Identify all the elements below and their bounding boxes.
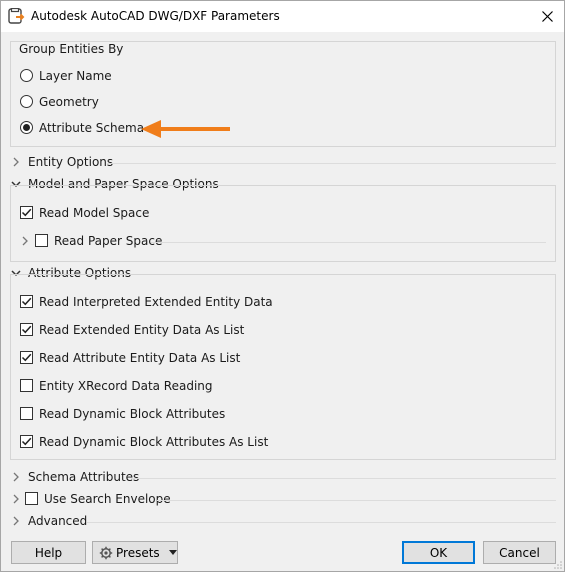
radio-attribute-schema-label[interactable]: Attribute Schema	[39, 121, 144, 135]
radio-attribute-schema[interactable]	[20, 121, 33, 134]
divider	[201, 185, 556, 186]
presets-button[interactable]: Presets	[92, 541, 178, 564]
chevron-right-icon[interactable]	[11, 472, 21, 482]
radio-geometry[interactable]	[20, 95, 33, 108]
window-title: Autodesk AutoCAD DWG/DXF Parameters	[31, 9, 280, 23]
attr-option-label[interactable]: Read Interpreted Extended Entity Data	[39, 295, 273, 309]
checkbox-read-dynamic-block-as-list[interactable]	[20, 435, 33, 448]
resize-grip-icon[interactable]	[553, 560, 563, 570]
divider	[157, 500, 556, 501]
read-model-space-label[interactable]: Read Model Space	[39, 206, 149, 220]
chevron-right-icon[interactable]	[11, 516, 21, 526]
title-bar: Autodesk AutoCAD DWG/DXF Parameters	[1, 1, 564, 32]
section-entity-options[interactable]: Entity Options	[28, 155, 113, 169]
chevron-right-icon[interactable]	[20, 236, 30, 246]
section-schema-attributes[interactable]: Schema Attributes	[28, 470, 139, 484]
presets-button-label: Presets	[116, 545, 160, 560]
ok-button-label: OK	[429, 545, 448, 560]
help-button[interactable]: Help	[11, 541, 86, 564]
read-paper-space-label[interactable]: Read Paper Space	[54, 234, 162, 248]
divider	[87, 522, 556, 523]
attr-option-label[interactable]: Read Attribute Entity Data As List	[39, 351, 240, 365]
attr-option-label[interactable]: Entity XRecord Data Reading	[39, 379, 213, 393]
attr-option-label[interactable]: Read Extended Entity Data As List	[39, 323, 244, 337]
checkbox-read-dynamic-block-attributes[interactable]	[20, 407, 33, 420]
chevron-right-icon[interactable]	[11, 494, 21, 504]
radio-layer-name[interactable]	[20, 69, 33, 82]
use-search-envelope-label[interactable]: Use Search Envelope	[44, 492, 171, 506]
checkbox-read-model-space[interactable]	[20, 206, 33, 219]
section-advanced[interactable]: Advanced	[28, 514, 87, 528]
radio-layer-name-label[interactable]: Layer Name	[39, 69, 112, 83]
divider	[107, 163, 556, 164]
group-entities-legend: Group Entities By	[19, 42, 124, 56]
help-button-label: Help	[34, 545, 63, 560]
ok-button[interactable]: OK	[402, 541, 475, 564]
annotation-arrow-icon	[141, 120, 230, 138]
checkbox-entity-xrecord[interactable]	[20, 379, 33, 392]
dropdown-arrow-icon	[168, 550, 177, 555]
checkbox-read-attribute-entity-data[interactable]	[20, 351, 33, 364]
checkbox-read-interpreted-eed[interactable]	[20, 295, 33, 308]
cancel-button-label: Cancel	[499, 545, 540, 560]
divider	[131, 478, 556, 479]
model-paper-box	[10, 185, 556, 262]
checkbox-read-paper-space[interactable]	[35, 234, 48, 247]
cancel-button[interactable]: Cancel	[483, 541, 556, 564]
parameters-dialog: Autodesk AutoCAD DWG/DXF Parameters Grou…	[0, 0, 565, 572]
chevron-right-icon[interactable]	[11, 157, 21, 167]
gear-icon	[99, 546, 113, 559]
divider	[124, 274, 556, 275]
checkbox-use-search-envelope[interactable]	[25, 492, 38, 505]
checkbox-read-eed-as-list[interactable]	[20, 323, 33, 336]
close-button[interactable]	[530, 1, 564, 32]
radio-geometry-label[interactable]: Geometry	[39, 95, 99, 109]
divider	[151, 242, 546, 243]
app-icon	[8, 7, 26, 26]
attr-option-label[interactable]: Read Dynamic Block Attributes As List	[39, 435, 268, 449]
close-icon	[541, 11, 553, 22]
attr-option-label[interactable]: Read Dynamic Block Attributes	[39, 407, 225, 421]
